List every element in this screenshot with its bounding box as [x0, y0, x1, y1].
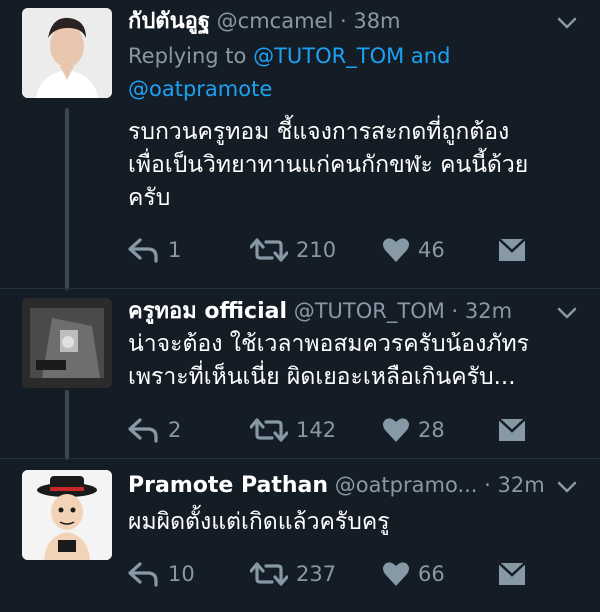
direct-message-button[interactable]	[498, 418, 526, 442]
tweet[interactable]: ครูทอม official @TUTOR_TOM · 32m น่าจะต้…	[0, 290, 600, 458]
heart-icon	[383, 562, 409, 586]
retweet-button[interactable]: 237	[250, 561, 336, 587]
reply-icon	[128, 562, 158, 587]
retweet-icon	[250, 418, 288, 442]
retweet-count: 142	[296, 418, 337, 442]
avatar[interactable]	[22, 298, 112, 388]
tweet-time[interactable]: · 32m	[452, 299, 513, 323]
chevron-down-icon[interactable]	[556, 476, 578, 498]
tweet-header: Pramote Pathan @oatpramo... · 32m	[128, 470, 580, 501]
like-count: 46	[418, 238, 445, 262]
tweet-text: ผมผิดตั้งแต่เกิดแล้วครับครู	[128, 509, 390, 535]
heart-icon	[383, 418, 409, 442]
divider	[0, 288, 600, 289]
reply-button[interactable]: 1	[128, 237, 181, 263]
mention-link[interactable]: @oatpramote	[128, 77, 272, 101]
reply-button[interactable]: 2	[128, 417, 181, 443]
tweet-text: น่าจะต้อง ใช้เวลาพอสมควรครับน้องภัทร เพร…	[128, 331, 529, 390]
reply-icon	[128, 238, 158, 263]
like-button[interactable]: 46	[382, 237, 445, 263]
tweet[interactable]: Pramote Pathan @oatpramo... · 32m ผมผิดต…	[0, 460, 600, 612]
tweet[interactable]: กัปตันอูฐ @cmcamel · 38m Replying to @TU…	[0, 0, 600, 290]
display-name[interactable]: กัปตันอูฐ	[128, 9, 210, 34]
display-name[interactable]: ครูทอม official	[128, 299, 287, 324]
retweet-icon	[250, 562, 288, 586]
heart-icon	[383, 238, 409, 262]
display-name[interactable]: Pramote Pathan	[128, 473, 328, 498]
divider	[0, 458, 600, 459]
chevron-down-icon[interactable]	[556, 12, 578, 34]
tweet-header: ครูทอม official @TUTOR_TOM · 32m	[128, 296, 580, 327]
user-handle[interactable]: @cmcamel	[217, 9, 334, 33]
reply-count: 1	[168, 238, 182, 262]
chevron-down-icon[interactable]	[556, 302, 578, 324]
like-button[interactable]: 66	[382, 561, 445, 587]
retweet-count: 237	[296, 562, 337, 586]
like-count: 28	[418, 418, 445, 442]
tweet-header: กัปตันอูฐ @cmcamel · 38m	[128, 6, 580, 37]
direct-message-button[interactable]	[498, 238, 526, 262]
reply-icon	[128, 418, 158, 443]
like-button[interactable]: 28	[382, 417, 445, 443]
replying-and: and	[410, 44, 451, 68]
retweet-icon	[250, 238, 288, 262]
tweet-text: รบกวนครูทอม ชี้แจงการสะกดที่ถูกต้อง เพื่…	[128, 119, 529, 211]
mention-link[interactable]: @TUTOR_TOM	[253, 44, 404, 68]
replying-to-label: Replying to	[128, 44, 247, 68]
tweet-time[interactable]: · 38m	[340, 9, 401, 33]
tweet-time[interactable]: · 32m	[484, 473, 545, 497]
direct-message-icon	[498, 562, 526, 585]
avatar[interactable]	[22, 8, 112, 98]
reply-count: 2	[168, 418, 182, 442]
direct-message-icon	[498, 418, 526, 441]
retweet-button[interactable]: 142	[250, 417, 336, 443]
user-handle[interactable]: @TUTOR_TOM	[294, 299, 445, 323]
like-count: 66	[418, 562, 445, 586]
direct-message-icon	[498, 238, 526, 261]
replying-to: Replying to @TUTOR_TOM and	[128, 41, 450, 71]
direct-message-button[interactable]	[498, 562, 526, 586]
avatar[interactable]	[22, 470, 112, 560]
reply-count: 10	[168, 562, 195, 586]
retweet-button[interactable]: 210	[250, 237, 336, 263]
replying-to-line2: @oatpramote	[128, 74, 272, 104]
user-handle[interactable]: @oatpramo...	[335, 473, 478, 497]
reply-button[interactable]: 10	[128, 561, 195, 587]
retweet-count: 210	[296, 238, 337, 262]
